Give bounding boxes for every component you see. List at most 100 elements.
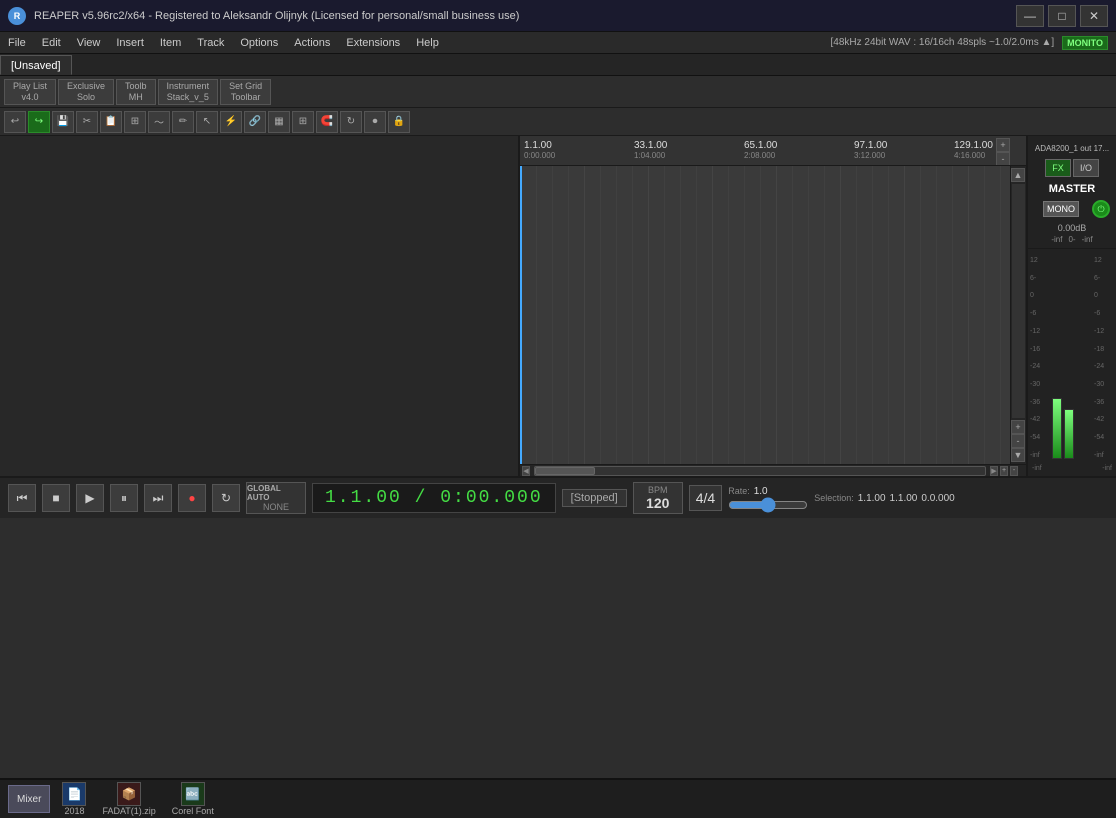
time-display[interactable]: 1.1.00 / 0:00.000 bbox=[312, 483, 556, 513]
mixer-label: Mixer bbox=[17, 794, 41, 805]
toolbar2: ↩ ↪ 💾 ✂ 📋 ⊞ 〜 ✏ ↖ ⚡ 🔗 ▦ ⊞ 🧲 ↻ ⏺ 🔒 bbox=[0, 108, 1116, 136]
fx-button[interactable]: FX bbox=[1045, 159, 1071, 177]
waveform-icon[interactable]: ▦ bbox=[268, 111, 290, 133]
group-icon[interactable]: ⊞ bbox=[124, 111, 146, 133]
lock-icon[interactable]: 🔒 bbox=[388, 111, 410, 133]
goto-end-button[interactable]: ⏭ bbox=[144, 484, 172, 512]
meter-display: 12 6- 0 -6 -12 -16 -24 -30 -36 -42 -54 -… bbox=[1030, 253, 1114, 463]
vertical-scrollbar-thumb[interactable] bbox=[1012, 184, 1025, 418]
menu-track[interactable]: Track bbox=[189, 32, 232, 54]
menu-insert[interactable]: Insert bbox=[108, 32, 152, 54]
pencil-icon[interactable]: ✏ bbox=[172, 111, 194, 133]
menu-edit[interactable]: Edit bbox=[34, 32, 69, 54]
menu-help[interactable]: Help bbox=[408, 32, 447, 54]
scroll-down-button[interactable]: ▼ bbox=[1011, 448, 1025, 462]
play-button[interactable]: ▶ bbox=[76, 484, 104, 512]
horizontal-scrollbar[interactable]: ◀ ▶ + - bbox=[520, 464, 1026, 476]
record-button[interactable]: ● bbox=[178, 484, 206, 512]
taskbar-item-fadat[interactable]: 📦 FADAT(1).zip bbox=[98, 780, 159, 818]
scroll-right-button[interactable]: ▶ bbox=[990, 466, 998, 476]
ruler-mark-129: 129.1.00 4:16.000 bbox=[954, 140, 993, 160]
selection-length: 0.0.000 bbox=[921, 493, 954, 504]
taskbar-item-2018[interactable]: 📄 2018 bbox=[58, 780, 90, 818]
ada-label: ADA8200_1 out 17... bbox=[1032, 142, 1112, 155]
glue-icon[interactable]: 🔗 bbox=[244, 111, 266, 133]
toolb-mh-button[interactable]: Toolb MH bbox=[116, 79, 156, 105]
arrange-area: 1.1.00 0:00.000 33.1.00 1:04.000 65.1.00… bbox=[520, 136, 1026, 476]
taskbar-item-corel[interactable]: 🔤 Corel Font bbox=[168, 780, 218, 818]
paste-icon[interactable]: 📋 bbox=[100, 111, 122, 133]
toolbar1: Play List v4.0 Exclusive Solo Toolb MH I… bbox=[0, 76, 1116, 108]
fx-io-area: FX I/O bbox=[1032, 155, 1112, 181]
zoom-in-v-button[interactable]: + bbox=[996, 138, 1010, 152]
scrollbar-track bbox=[534, 466, 986, 476]
meter-scale-right: 12 6- 0 -6 -12 -18 -24 -30 -36 -42 -54 -… bbox=[1094, 253, 1114, 463]
menu-options[interactable]: Options bbox=[232, 32, 286, 54]
zoom-out-h-button[interactable]: - bbox=[1011, 434, 1025, 448]
status-stopped: [Stopped] bbox=[562, 489, 627, 507]
timesig-display[interactable]: 4/4 bbox=[689, 485, 722, 511]
mixer-tab[interactable]: Mixer bbox=[8, 785, 50, 813]
taskbar-2018-label: 2018 bbox=[64, 806, 84, 816]
mono-button[interactable]: MONO bbox=[1043, 201, 1079, 217]
scrollbar-thumb[interactable] bbox=[535, 467, 595, 475]
meter-scale-left: 12 6- 0 -6 -12 -16 -24 -30 -36 -42 -54 -… bbox=[1030, 253, 1050, 463]
tab-unsaved[interactable]: [Unsaved] bbox=[0, 55, 72, 75]
minimize-button[interactable]: — bbox=[1016, 5, 1044, 27]
app-title: REAPER v5.96rc2/x64 - Registered to Alek… bbox=[34, 10, 1016, 22]
set-grid-button[interactable]: Set Grid Toolbar bbox=[220, 79, 271, 105]
menu-item[interactable]: Item bbox=[152, 32, 189, 54]
loop-button[interactable]: ↻ bbox=[212, 484, 240, 512]
taskbar-icon-fadat: 📦 bbox=[117, 782, 141, 806]
title-bar: R REAPER v5.96rc2/x64 - Registered to Al… bbox=[0, 0, 1116, 32]
monitor-button[interactable]: MONITO bbox=[1062, 36, 1108, 50]
envelope-icon[interactable]: 〜 bbox=[148, 111, 170, 133]
stop-button[interactable]: ■ bbox=[42, 484, 70, 512]
global-auto-box: GLOBAL AUTO NONE bbox=[246, 482, 306, 514]
instrument-stack-button[interactable]: Instrument Stack_v_5 bbox=[158, 79, 219, 105]
ruler-mark-97: 97.1.00 3:12.000 bbox=[854, 140, 887, 160]
zoom-out-timeline-button[interactable]: - bbox=[1010, 466, 1018, 476]
record-mode-icon[interactable]: ⏺ bbox=[364, 111, 386, 133]
grid-icon[interactable]: ⊞ bbox=[292, 111, 314, 133]
loop-icon[interactable]: ↻ bbox=[340, 111, 362, 133]
zoom-out-v-button[interactable]: - bbox=[996, 152, 1010, 166]
maximize-button[interactable]: □ bbox=[1048, 5, 1076, 27]
timeline-ruler: 1.1.00 0:00.000 33.1.00 1:04.000 65.1.00… bbox=[520, 136, 1026, 166]
menu-extensions[interactable]: Extensions bbox=[338, 32, 408, 54]
redo-icon[interactable]: ↪ bbox=[28, 111, 50, 133]
ruler-mark-65: 65.1.00 2:08.000 bbox=[744, 140, 777, 160]
meter-top-labels: -inf 0- -inf bbox=[1032, 235, 1112, 244]
menu-view[interactable]: View bbox=[69, 32, 109, 54]
menu-actions[interactable]: Actions bbox=[286, 32, 338, 54]
select-icon[interactable]: ↖ bbox=[196, 111, 218, 133]
menu-file[interactable]: File bbox=[0, 32, 34, 54]
scroll-left-button[interactable]: ◀ bbox=[522, 466, 530, 476]
io-button[interactable]: I/O bbox=[1073, 159, 1099, 177]
zoom-in-h-button[interactable]: + bbox=[1011, 420, 1025, 434]
master-power-button[interactable]: ⏻ bbox=[1092, 200, 1110, 218]
master-controls: MONO ⏻ bbox=[1032, 197, 1112, 221]
zoom-in-timeline-button[interactable]: + bbox=[1000, 466, 1008, 476]
split-icon[interactable]: ⚡ bbox=[220, 111, 242, 133]
menu-bar: File Edit View Insert Item Track Options… bbox=[0, 32, 1116, 54]
status-bar-right: [48kHz 24bit WAV : 16/16ch 48spls ~1.0/2… bbox=[831, 36, 1116, 50]
save-icon[interactable]: 💾 bbox=[52, 111, 74, 133]
ruler-mark-1: 1.1.00 0:00.000 bbox=[524, 140, 555, 160]
meter-area: 12 6- 0 -6 -12 -16 -24 -30 -36 -42 -54 -… bbox=[1028, 249, 1116, 476]
pause-button[interactable]: ⏸ bbox=[110, 484, 138, 512]
bpm-value[interactable]: 120 bbox=[646, 495, 669, 511]
rate-area: Rate: 1.0 bbox=[728, 486, 808, 511]
close-button[interactable]: ✕ bbox=[1080, 5, 1108, 27]
scroll-up-button[interactable]: ▲ bbox=[1011, 168, 1025, 182]
transport: ⏮ ■ ▶ ⏸ ⏭ ● ↻ GLOBAL AUTO NONE 1.1.00 / … bbox=[0, 476, 1116, 518]
undo-icon[interactable]: ↩ bbox=[4, 111, 26, 133]
arrange-canvas[interactable]: ▲ + - ▼ bbox=[520, 166, 1026, 464]
snap-icon[interactable]: 🧲 bbox=[316, 111, 338, 133]
playlist-button[interactable]: Play List v4.0 bbox=[4, 79, 56, 105]
cut-icon[interactable]: ✂ bbox=[76, 111, 98, 133]
goto-start-button[interactable]: ⏮ bbox=[8, 484, 36, 512]
rate-slider-container bbox=[728, 499, 808, 511]
exclusive-solo-button[interactable]: Exclusive Solo bbox=[58, 79, 114, 105]
rate-slider[interactable] bbox=[728, 499, 808, 511]
